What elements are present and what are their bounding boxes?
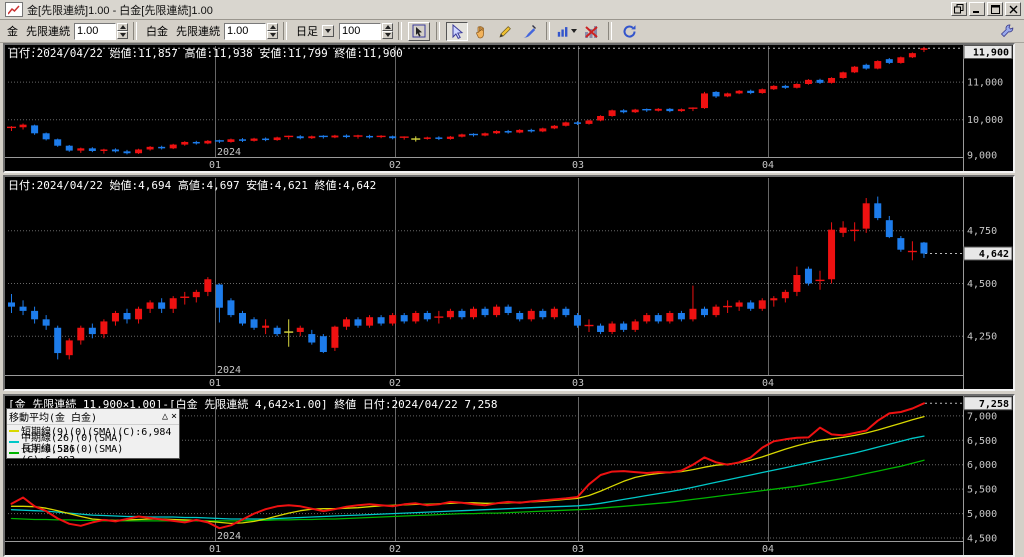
toolbar-separator [436,22,440,40]
gold-multiplier-spinbox [74,22,128,40]
minimize-button[interactable] [969,2,985,16]
toolbar-separator [608,22,612,40]
svg-text:01: 01 [209,378,221,389]
platinum-multiplier-spinbox [224,22,278,40]
svg-text:4,500: 4,500 [967,534,997,545]
svg-text:02: 02 [389,544,401,555]
chart-window: 金[先限連続]1.00 - 白金[先限連続]1.00 金 先限連続 1.00 白… [0,0,1024,557]
platinum-multiplier-input[interactable] [224,22,266,40]
titlebar: 金[先限連続]1.00 - 白金[先限連続]1.00 [0,0,1024,20]
platinum-chart-header: 日付:2024/04/22 始値:4,694 高値:4,697 安値:4,621… [8,179,377,192]
platinum-symbol-label: 白金 [146,26,168,38]
svg-text:4,642: 4,642 [979,249,1009,260]
pointer-tool-button[interactable] [446,21,468,41]
platinum-candlestick-chart[interactable]: 4,750 4,500 4,250 01 02 03 04 2024 4,642 [5,177,1013,389]
svg-text:11,000: 11,000 [967,78,1003,89]
bar-count-spinbox [339,22,393,40]
wrench-icon [1000,24,1013,38]
svg-text:2024: 2024 [217,365,241,376]
mid-ma-swatch [9,440,19,443]
svg-text:4,250: 4,250 [967,332,997,343]
select-tool-icon [412,24,425,37]
pointer-tool-icon [452,23,463,39]
platinum-chart-panel: 4,750 4,500 4,250 01 02 03 04 2024 4,642 日付:2024… [3,175,1015,391]
legend-item-long: 長期線(52)(0)(SMA)(C):6,093 [7,444,179,466]
gold-multiplier-input[interactable] [74,22,116,40]
gold-series-label: 先限連続 [26,26,70,38]
toolbar-separator [283,22,287,40]
pencil-tool-icon [498,25,511,38]
svg-text:11,900: 11,900 [973,48,1009,59]
refresh-button[interactable] [618,21,640,41]
gold-chart-header: 日付:2024/04/22 始値:11,857 高値:11,938 安値:11,… [8,47,403,60]
bar-chart-icon [557,26,568,37]
bar-count-spin-down[interactable] [382,31,393,39]
svg-text:4,750: 4,750 [967,226,997,237]
pencil-tool-button[interactable] [494,21,516,41]
svg-text:7,258: 7,258 [979,399,1009,410]
short-ma-swatch [9,429,19,432]
toolbar-separator [546,22,550,40]
svg-text:02: 02 [389,378,401,389]
hand-tool-icon [475,25,484,38]
gold-candlestick-chart[interactable]: 11,000 10,000 9,000 01 02 03 04 2024 11,900 [5,45,1013,171]
svg-text:5,500: 5,500 [967,485,997,496]
platinum-series-label: 先限連続 [176,26,220,38]
settings-wrench-button[interactable] [995,21,1017,40]
svg-text:04: 04 [762,160,774,171]
svg-text:4,500: 4,500 [967,279,997,290]
svg-text:5,000: 5,000 [967,509,997,520]
bar-count-spin-up[interactable] [382,23,393,31]
svg-text:03: 03 [572,544,584,555]
svg-text:04: 04 [762,544,774,555]
window-title: 金[先限連続]1.00 - 白金[先限連続]1.00 [27,4,213,17]
gold-chart-panel: 11,000 10,000 9,000 01 02 03 04 2024 11,900 日付:2… [3,43,1015,173]
period-dropdown-button[interactable] [322,25,334,37]
brush-tool-icon [523,24,536,38]
ma-legend-title: 移動平均(金 白金) [9,413,98,424]
legend-close-button[interactable]: × [171,409,177,424]
toolbar-separator [398,22,402,40]
cascade-windows-button[interactable] [951,2,967,16]
hand-tool-button[interactable] [470,21,492,41]
svg-text:9,000: 9,000 [967,151,997,162]
svg-text:03: 03 [572,160,584,171]
brush-tool-button[interactable] [518,21,540,41]
toolbar: 金 先限連続 白金 先限連続 日足 [0,20,1024,43]
svg-text:7,000: 7,000 [967,411,997,422]
bar-count-input[interactable] [339,22,381,40]
gold-symbol-label: 金 [7,26,18,38]
maximize-button[interactable] [987,2,1003,16]
long-ma-swatch [9,451,19,454]
remove-indicator-button[interactable] [580,21,602,41]
gold-multiplier-spin-up[interactable] [117,23,128,31]
platinum-multiplier-spin-up[interactable] [267,23,278,31]
ma-legend: 移動平均(金 白金) △ × 短期線(9)(0)(SMA)(C):6,984 中… [6,408,180,466]
select-tool-button[interactable] [408,21,430,41]
svg-text:01: 01 [209,160,221,171]
svg-text:6,000: 6,000 [967,460,997,471]
svg-text:02: 02 [389,160,401,171]
svg-text:2024: 2024 [217,531,241,542]
chart-type-button[interactable] [556,21,578,41]
gold-multiplier-spin-down[interactable] [117,31,128,39]
svg-text:2024: 2024 [217,147,241,158]
chart-app-icon [5,2,23,17]
svg-text:04: 04 [762,378,774,389]
legend-collapse-button[interactable]: △ [162,409,168,424]
period-label: 日足 [296,26,318,38]
refresh-icon [623,24,636,38]
svg-text:01: 01 [209,544,221,555]
platinum-multiplier-spin-down[interactable] [267,31,278,39]
spread-chart-panel: 7,000 6,500 6,000 5,500 5,000 4,500 01 02 03 04 20… [3,394,1015,557]
chart-type-dropdown-arrow [571,29,577,33]
svg-text:03: 03 [572,378,584,389]
remove-chart-icon [584,25,598,38]
toolbar-separator [133,22,137,40]
svg-text:6,500: 6,500 [967,436,997,447]
close-button[interactable] [1005,2,1021,16]
svg-text:10,000: 10,000 [967,115,1003,126]
